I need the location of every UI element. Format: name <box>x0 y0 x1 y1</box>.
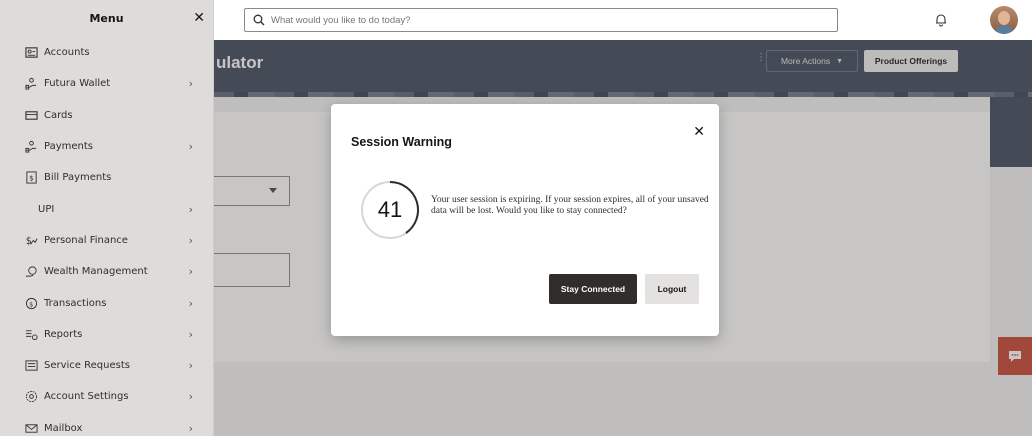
sidebar-item-label: Futura Wallet <box>44 78 111 90</box>
sidebar-item-service-requests[interactable]: Service Requests › <box>0 350 213 381</box>
chevron-right-icon: › <box>188 202 193 216</box>
chevron-right-icon: › <box>188 359 193 373</box>
sidebar-item-payments[interactable]: Payments › <box>0 131 213 162</box>
sidebar-item-label: Service Requests <box>44 360 130 372</box>
menu-header: Menu ✕ <box>0 0 213 37</box>
sidebar-item-upi[interactable]: UPI › <box>0 193 213 224</box>
svg-text:$: $ <box>25 236 31 247</box>
sidebar-item-label: UPI <box>38 203 55 215</box>
svg-text:$: $ <box>29 300 33 308</box>
sidebar-item-label: Personal Finance <box>44 234 128 246</box>
search-box[interactable] <box>244 8 838 32</box>
sidebar-item-cards[interactable]: Cards <box>0 100 213 131</box>
service-icon <box>24 359 38 373</box>
sidebar-item-reports[interactable]: Reports › <box>0 319 213 350</box>
sidebar-item-bill-payments[interactable]: $ Bill Payments <box>0 162 213 193</box>
search-input[interactable] <box>271 14 811 26</box>
settings-icon <box>24 390 38 404</box>
countdown-timer: 41 <box>359 179 421 241</box>
dialog-close-icon[interactable]: ✕ <box>693 124 705 140</box>
logout-button[interactable]: Logout <box>645 274 699 304</box>
sidebar-item-label: Mailbox <box>44 422 83 434</box>
sidebar-item-transactions[interactable]: $ Transactions › <box>0 287 213 318</box>
dialog-message: Your user session is expiring. If your s… <box>431 195 709 216</box>
chevron-right-icon: › <box>188 327 193 341</box>
sidebar-item-label: Account Settings <box>44 391 129 403</box>
sidebar-item-label: Wealth Management <box>44 266 148 278</box>
chevron-right-icon: › <box>188 233 193 247</box>
chevron-right-icon: › <box>188 140 193 154</box>
sidebar-item-mailbox[interactable]: Mailbox › <box>0 413 213 436</box>
session-warning-dialog: Session Warning ✕ 41 Your user session i… <box>331 104 719 336</box>
bill-icon: $ <box>24 171 38 185</box>
top-bar <box>214 0 1032 40</box>
chevron-right-icon: › <box>188 390 193 404</box>
sidebar-item-label: Bill Payments <box>44 172 112 184</box>
wallet-icon <box>24 77 38 91</box>
menu-close-icon[interactable]: ✕ <box>193 10 205 26</box>
sidebar-item-label: Payments <box>44 141 93 153</box>
sidebar-item-futura-wallet[interactable]: Futura Wallet › <box>0 68 213 99</box>
reports-icon <box>24 327 38 341</box>
payments-icon <box>24 140 38 154</box>
menu-title: Menu <box>89 12 124 25</box>
wealth-icon <box>24 265 38 279</box>
chevron-right-icon: › <box>188 296 193 310</box>
transactions-icon: $ <box>24 296 38 310</box>
side-menu: Menu ✕ Accounts Futura Wallet › Cards Pa… <box>0 0 214 436</box>
svg-text:$: $ <box>29 174 34 183</box>
sidebar-item-accounts[interactable]: Accounts <box>0 37 213 68</box>
finance-icon: $ <box>24 233 38 247</box>
countdown-value: 41 <box>377 197 403 222</box>
chevron-right-icon: › <box>188 421 193 435</box>
dialog-title: Session Warning <box>351 135 452 149</box>
sidebar-item-account-settings[interactable]: Account Settings › <box>0 381 213 412</box>
sidebar-item-label: Accounts <box>44 47 90 59</box>
sidebar-item-personal-finance[interactable]: $ Personal Finance › <box>0 225 213 256</box>
sidebar-item-label: Transactions <box>44 297 107 309</box>
accounts-icon <box>24 46 38 60</box>
stay-connected-button[interactable]: Stay Connected <box>549 274 637 304</box>
card-icon <box>24 108 38 122</box>
sidebar-item-wealth-management[interactable]: Wealth Management › <box>0 256 213 287</box>
search-icon <box>253 14 265 26</box>
sidebar-item-label: Cards <box>44 109 73 121</box>
mail-icon <box>24 421 38 435</box>
chevron-right-icon: › <box>188 77 193 91</box>
avatar[interactable] <box>990 6 1018 34</box>
chevron-right-icon: › <box>188 265 193 279</box>
bell-icon[interactable] <box>934 13 948 27</box>
sidebar-item-label: Reports <box>44 328 83 340</box>
